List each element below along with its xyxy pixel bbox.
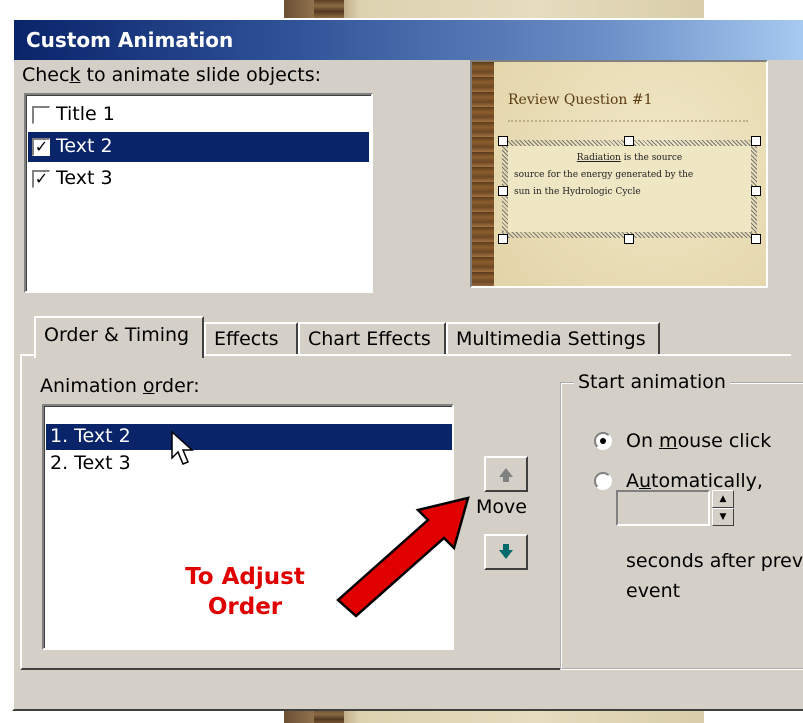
tab-effects[interactable]: Effects bbox=[204, 322, 298, 354]
object-row-text-2[interactable]: ✓ Text 2 bbox=[28, 132, 369, 162]
seconds-spinner[interactable]: ▲ ▼ bbox=[616, 490, 734, 526]
preview-text-box: Radiation is the source source for the e… bbox=[502, 140, 757, 238]
automatically-label[interactable]: Automatically, bbox=[626, 470, 763, 492]
slide-objects-list[interactable]: Title 1 ✓ Text 2 ✓ Text 3 bbox=[24, 93, 373, 293]
resize-handle[interactable] bbox=[751, 234, 761, 244]
preview-heading: Review Question #1 bbox=[508, 92, 653, 108]
slide-preview: Review Question #1 Radiation is the sour… bbox=[470, 60, 768, 288]
move-up-button[interactable] bbox=[484, 456, 528, 492]
checkbox[interactable]: ✓ bbox=[32, 170, 50, 188]
arrow-up-icon bbox=[499, 468, 513, 482]
resize-handle[interactable] bbox=[624, 136, 634, 146]
order-item-2[interactable]: 2. Text 3 bbox=[46, 451, 452, 477]
tab-order-timing[interactable]: Order & Timing bbox=[34, 316, 204, 358]
object-label: Text 3 bbox=[56, 167, 113, 189]
resize-handle[interactable] bbox=[751, 186, 761, 196]
resize-handle[interactable] bbox=[624, 234, 634, 244]
tab-chart-effects[interactable]: Chart Effects bbox=[298, 322, 446, 354]
automatically-radio[interactable] bbox=[594, 472, 612, 490]
resize-handle[interactable] bbox=[498, 186, 508, 196]
order-item-1[interactable]: 1. Text 2 bbox=[46, 424, 452, 450]
preview-text: Radiation is the source source for the e… bbox=[514, 153, 694, 197]
start-animation-group bbox=[560, 382, 803, 670]
on-mouse-click-radio[interactable] bbox=[594, 432, 612, 450]
annotation-arrow-icon bbox=[336, 496, 470, 618]
object-row-text-3[interactable]: ✓ Text 3 bbox=[28, 164, 369, 194]
resize-handle[interactable] bbox=[498, 136, 508, 146]
animation-order-label: Animation order: bbox=[40, 375, 200, 397]
object-label: Text 2 bbox=[56, 135, 113, 157]
arrow-down-icon bbox=[499, 544, 513, 559]
spin-down-button[interactable]: ▼ bbox=[712, 508, 734, 526]
spin-up-button[interactable]: ▲ bbox=[712, 490, 734, 508]
title-bar[interactable]: Custom Animation bbox=[14, 20, 803, 60]
checkbox[interactable] bbox=[32, 106, 50, 124]
tab-multimedia-settings[interactable]: Multimedia Settings bbox=[446, 322, 660, 354]
move-down-button[interactable] bbox=[484, 534, 528, 570]
annotation-text: To Adjust Order bbox=[185, 564, 305, 620]
object-row-title-1[interactable]: Title 1 bbox=[28, 100, 369, 130]
mouse-cursor-icon bbox=[171, 430, 194, 465]
resize-handle[interactable] bbox=[498, 234, 508, 244]
seconds-after-label: seconds after prev bbox=[626, 550, 803, 572]
object-label: Title 1 bbox=[56, 103, 115, 125]
checkbox[interactable]: ✓ bbox=[32, 138, 50, 156]
preview-border-art bbox=[472, 62, 494, 286]
dialog-title: Custom Animation bbox=[26, 28, 234, 52]
on-mouse-click-label[interactable]: On mouse click bbox=[626, 430, 771, 452]
resize-handle[interactable] bbox=[751, 136, 761, 146]
seconds-input[interactable] bbox=[616, 490, 710, 526]
start-animation-legend: Start animation bbox=[574, 371, 730, 393]
event-label: event bbox=[626, 580, 681, 602]
objects-label: Check to animate slide objects: bbox=[22, 64, 322, 86]
